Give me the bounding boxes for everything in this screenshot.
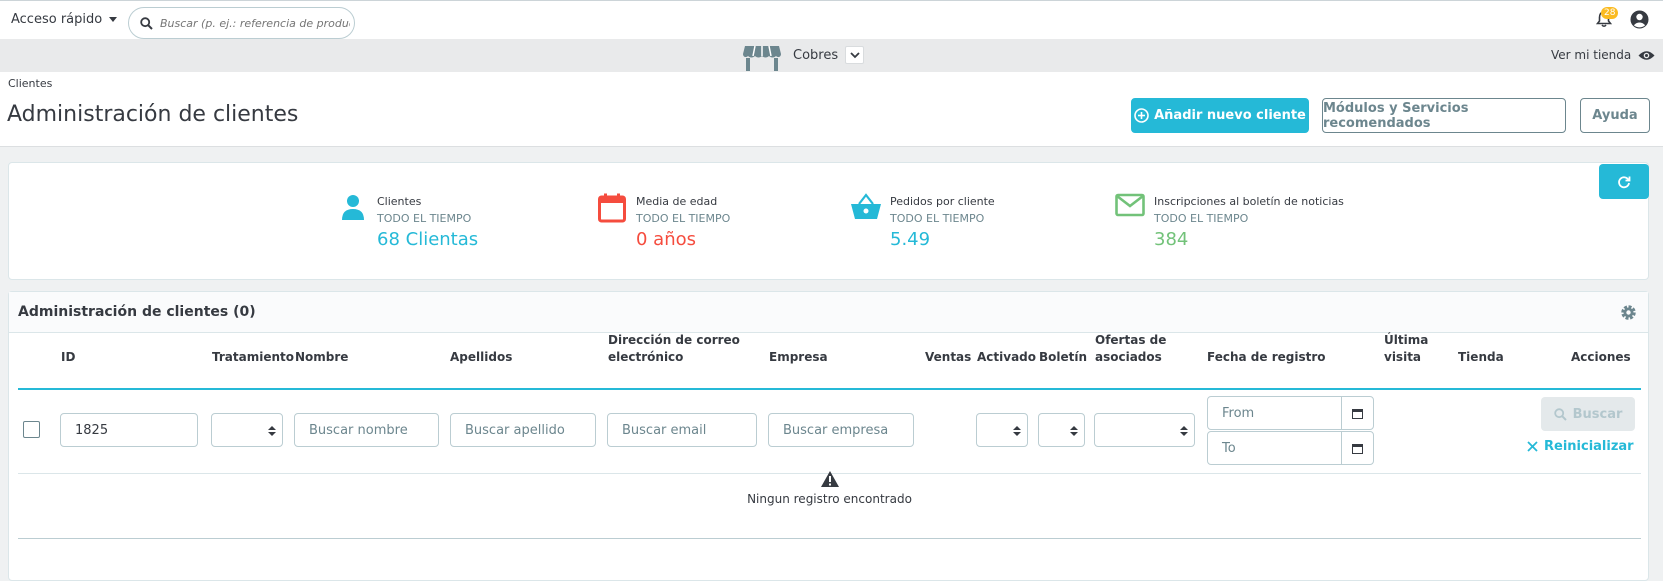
search-icon (1553, 407, 1567, 421)
user-account-icon[interactable] (1630, 10, 1649, 29)
view-shop-link[interactable]: Ver mi tienda (1551, 48, 1655, 62)
filter-id-input[interactable]: 1825 (60, 413, 198, 447)
page-title: Administración de clientes (7, 102, 299, 127)
calendar-icon (596, 193, 628, 225)
calendar-icon (1352, 443, 1363, 454)
filter-firstname-input[interactable]: Buscar nombre (294, 413, 439, 447)
column-email[interactable]: Dirección de correo electrónico (608, 332, 740, 366)
warning-icon (820, 471, 839, 487)
recommended-modules-button[interactable]: Módulos y Servicios recomendados (1322, 98, 1566, 133)
filter-reset-button[interactable]: Reinicializar (1527, 439, 1634, 454)
column-last-visit-line1: Última (1384, 333, 1429, 347)
filter-title-select[interactable] (211, 413, 283, 447)
kpi-value: 68 Clientas (377, 229, 479, 250)
quick-access-label: Acceso rápido (11, 12, 103, 27)
kpi-value: 0 años (636, 229, 697, 250)
empty-state: Ningun registro encontrado (9, 460, 1650, 506)
kpi-period: TODO EL TIEMPO (1154, 212, 1249, 225)
filter-lastname-input[interactable]: Buscar apellido (450, 413, 596, 447)
column-actions: Acciones (1571, 350, 1631, 364)
shop-context-bar: Cobres Ver mi tienda (0, 39, 1663, 72)
search-icon (140, 16, 153, 30)
divider (18, 538, 1641, 539)
kpi-label: Clientes (377, 195, 422, 208)
filter-date-from[interactable]: From (1207, 396, 1342, 430)
column-sales[interactable]: Ventas (925, 349, 971, 366)
filter-search-label: Buscar (1572, 406, 1623, 422)
list-title: Administración de clientes (0) (18, 304, 256, 320)
table-header-underline (18, 388, 1641, 390)
column-email-line2: electrónico (608, 350, 684, 364)
top-header: Acceso rápido 28 (0, 0, 1663, 39)
person-icon (337, 193, 369, 225)
column-newsletter[interactable]: Boletín (1039, 349, 1087, 366)
kpi-newsletter: Inscripciones al boletín de noticias TOD… (1114, 193, 1344, 253)
kpi-customers: Clientes TODO EL TIEMPO 68 Clientas (337, 193, 478, 253)
column-firstname[interactable]: Nombre (295, 349, 348, 366)
column-last-visit-line2: visita (1384, 350, 1422, 364)
notification-badge: 28 (1601, 7, 1619, 19)
kpi-period: TODO EL TIEMPO (636, 212, 731, 225)
calendar-icon (1352, 408, 1363, 419)
filter-email-input[interactable]: Buscar email (607, 413, 757, 447)
column-date-add[interactable]: Fecha de registro (1207, 349, 1326, 366)
store-icon (743, 45, 781, 71)
column-lastname[interactable]: Apellidos (450, 349, 512, 366)
close-icon (1527, 441, 1538, 452)
kpi-period: TODO EL TIEMPO (890, 212, 985, 225)
filter-search-button[interactable]: Buscar (1541, 397, 1635, 431)
kpi-value: 384 (1154, 229, 1189, 250)
add-customer-button[interactable]: Añadir nuevo cliente (1131, 98, 1309, 133)
eye-icon (1638, 50, 1655, 60)
list-header: Administración de clientes (0) (9, 292, 1648, 333)
plus-circle-icon (1134, 108, 1149, 123)
refresh-icon (1618, 175, 1631, 188)
column-optin-line2: asociados (1095, 350, 1162, 364)
filter-active-select[interactable] (976, 413, 1028, 447)
gear-icon[interactable] (1619, 303, 1638, 322)
column-optin-line1: Ofertas de (1095, 333, 1167, 347)
quick-access-dropdown[interactable]: Acceso rápido (11, 12, 118, 27)
filter-optin-select[interactable] (1094, 413, 1195, 447)
add-customer-label: Añadir nuevo cliente (1154, 108, 1306, 123)
kpi-value: 5.49 (890, 229, 931, 250)
search-box[interactable] (128, 7, 355, 39)
kpi-average-age: Media de edad TODO EL TIEMPO 0 años (596, 193, 730, 253)
shop-name: Cobres (793, 48, 839, 63)
filter-company-input[interactable]: Buscar empresa (768, 413, 914, 447)
column-active[interactable]: Activado (977, 349, 1036, 366)
column-email-line1: Dirección de correo (608, 333, 740, 347)
envelope-icon (1114, 193, 1146, 225)
customer-list-panel: Administración de clientes (0) ID Tratam… (8, 291, 1649, 581)
column-optin[interactable]: Ofertas de asociados (1095, 332, 1166, 366)
breadcrumb[interactable]: Clientes (8, 77, 52, 90)
column-title[interactable]: Tratamiento (212, 349, 294, 366)
page-head: Clientes Administración de clientes Añad… (0, 72, 1663, 147)
filter-newsletter-select[interactable] (1038, 413, 1085, 447)
kpi-label: Inscripciones al boletín de noticias (1154, 195, 1344, 208)
empty-message: Ningun registro encontrado (747, 492, 912, 506)
search-input[interactable] (160, 16, 350, 30)
view-shop-label: Ver mi tienda (1551, 48, 1632, 62)
date-from-picker-button[interactable] (1341, 396, 1374, 430)
caret-down-icon (109, 17, 118, 22)
kpi-label: Pedidos por cliente (890, 195, 995, 208)
column-shop: Tienda (1458, 350, 1504, 364)
kpi-label: Media de edad (636, 195, 718, 208)
chevron-down-icon (849, 51, 860, 58)
refresh-kpi-button[interactable] (1599, 164, 1649, 199)
column-last-visit[interactable]: Última visita (1384, 332, 1428, 366)
basket-icon (850, 193, 882, 225)
help-button[interactable]: Ayuda (1580, 98, 1650, 133)
column-company[interactable]: Empresa (769, 349, 828, 366)
shop-select-button[interactable] (845, 46, 864, 64)
kpi-orders-per-customer: Pedidos por cliente TODO EL TIEMPO 5.49 (850, 193, 995, 253)
select-all-checkbox[interactable] (23, 421, 40, 438)
kpi-period: TODO EL TIEMPO (377, 212, 472, 225)
filter-reset-label: Reinicializar (1544, 439, 1634, 454)
kpi-row: Clientes TODO EL TIEMPO 68 Clientas Medi… (8, 162, 1649, 280)
column-id[interactable]: ID (61, 349, 75, 366)
